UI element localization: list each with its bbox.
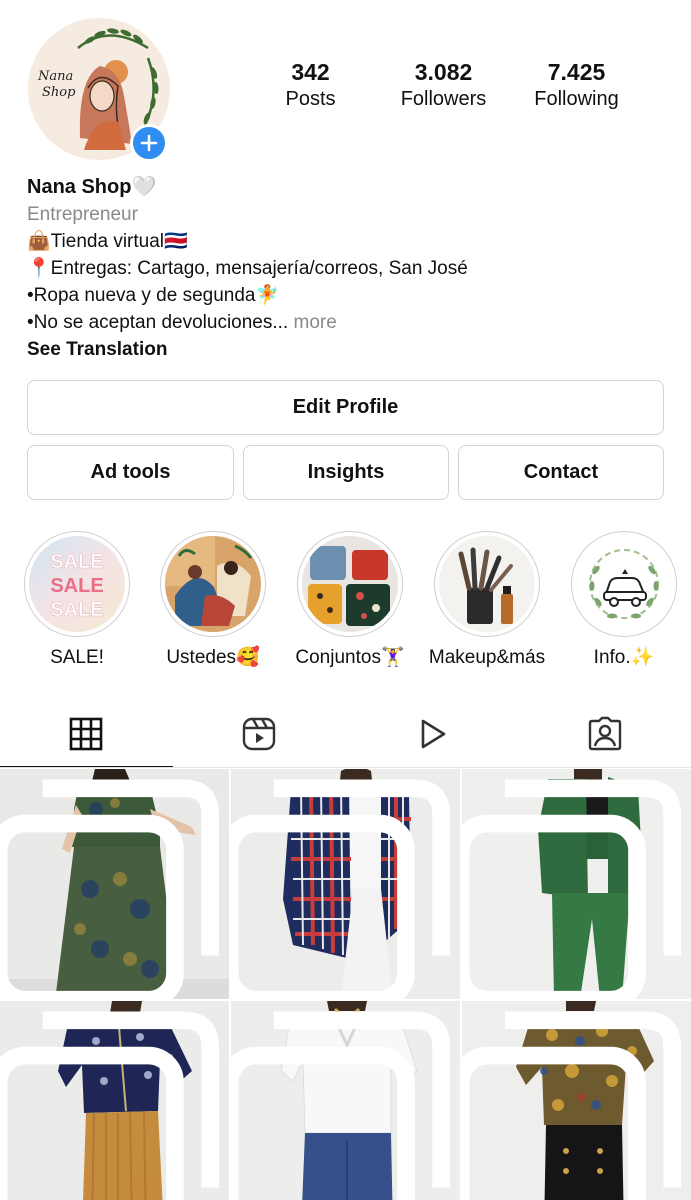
highlight-conjuntos[interactable]: Conjuntos🏋️‍♀️: [280, 531, 420, 670]
svg-text:Nana: Nana: [37, 69, 73, 84]
highlight-ring: [297, 531, 403, 637]
tab-videos[interactable]: [346, 700, 519, 768]
profile-tabs: [0, 700, 691, 768]
delivery-car-icon: [576, 536, 672, 632]
stat-posts[interactable]: 342 Posts: [244, 58, 377, 112]
svg-text:Shop: Shop: [42, 85, 76, 100]
post-thumbnail[interactable]: [231, 1001, 460, 1200]
svg-text:SALE: SALE: [50, 575, 103, 597]
highlight-ring: [160, 531, 266, 637]
post-thumbnail[interactable]: [0, 769, 229, 999]
ad-tools-button[interactable]: Ad tools: [27, 445, 234, 500]
highlight-cover: [165, 536, 261, 632]
posts-grid: [0, 769, 691, 1200]
highlight-makeup[interactable]: Makeup&más: [417, 531, 557, 670]
edit-profile-button[interactable]: Edit Profile: [27, 380, 664, 435]
stat-label: Following: [534, 88, 619, 110]
multiple-photos-icon: [0, 1011, 219, 1200]
stat-value: 3.082: [414, 59, 473, 85]
multiple-photos-icon: [0, 779, 219, 999]
highlight-label: Makeup&más: [428, 647, 546, 668]
highlight-label: Ustedes🥰: [166, 647, 260, 668]
bio-line-last: •No se aceptan devoluciones... more: [27, 309, 667, 336]
add-story-plus-icon[interactable]: [130, 124, 168, 162]
tab-tagged[interactable]: [518, 700, 691, 768]
see-translation-link[interactable]: See Translation: [27, 336, 667, 363]
tagged-icon: [588, 716, 621, 751]
highlight-ring: [571, 531, 677, 637]
tabs-divider: [0, 767, 691, 768]
highlight-sale[interactable]: SALE SALE SALE SALE!: [7, 531, 147, 670]
highlight-label: Info.✨: [593, 647, 655, 668]
highlight-info[interactable]: Info.✨: [554, 531, 691, 670]
highlight-cover: SALE SALE SALE: [29, 536, 125, 632]
stat-following[interactable]: 7.425 Following: [510, 58, 643, 112]
tab-grid[interactable]: [0, 700, 173, 768]
post-thumbnail[interactable]: [231, 769, 460, 999]
svg-text:SALE: SALE: [50, 599, 103, 621]
stat-value: 7.425: [547, 59, 606, 85]
multiple-photos-icon: [462, 1011, 681, 1200]
highlight-label: SALE!: [50, 647, 104, 668]
profile-bio: Nana Shop🤍 Entrepreneur 👜Tienda virtual🇨…: [27, 174, 667, 363]
highlight-cover: [439, 536, 535, 632]
contact-button[interactable]: Contact: [458, 445, 664, 500]
reels-icon: [242, 717, 276, 751]
profile-stats: 342 Posts 3.082 Followers 7.425 Followin…: [244, 58, 644, 112]
highlight-ring: [434, 531, 540, 637]
post-thumbnail[interactable]: [462, 769, 691, 999]
bio-line: 👜Tienda virtual🇨🇷: [27, 231, 188, 252]
more-link[interactable]: more: [294, 312, 337, 333]
multiple-photos-icon: [462, 779, 681, 999]
highlight-cover: [576, 536, 672, 632]
post-thumbnail[interactable]: [0, 1001, 229, 1200]
profile-category: Entrepreneur: [27, 204, 138, 225]
highlight-ring: SALE SALE SALE: [24, 531, 130, 637]
highlight-label: Conjuntos🏋️‍♀️: [295, 647, 405, 668]
highlight-cover: [302, 536, 398, 632]
highlight-ustedes[interactable]: Ustedes🥰: [143, 531, 283, 670]
stat-followers[interactable]: 3.082 Followers: [377, 58, 510, 112]
multiple-photos-icon: [231, 1011, 450, 1200]
post-thumbnail[interactable]: [462, 1001, 691, 1200]
tab-reels[interactable]: [173, 700, 346, 768]
play-icon: [421, 719, 446, 749]
stat-value: 342: [291, 59, 330, 85]
grid-icon: [70, 717, 103, 751]
svg-text:SALE: SALE: [50, 551, 103, 573]
insights-button[interactable]: Insights: [243, 445, 449, 500]
profile-avatar[interactable]: Nana Shop: [28, 18, 170, 162]
bio-line: •Ropa nueva y de segunda🧚: [27, 285, 280, 306]
bio-line: 📍Entregas: Cartago, mensajería/correos, …: [27, 258, 468, 279]
stat-label: Posts: [285, 88, 336, 110]
stat-label: Followers: [400, 88, 487, 110]
profile-name: Nana Shop🤍: [27, 176, 157, 198]
bio-line-text: •No se aceptan devoluciones...: [27, 312, 289, 333]
multiple-photos-icon: [231, 779, 450, 999]
